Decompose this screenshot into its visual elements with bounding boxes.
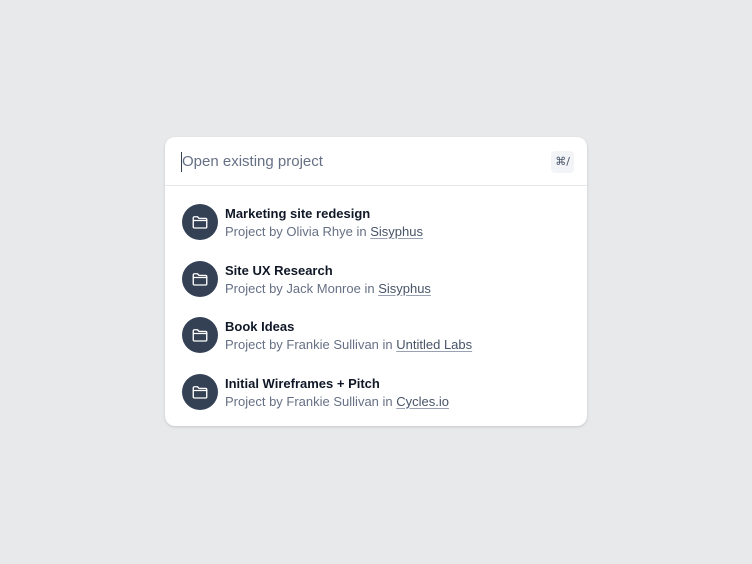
project-owner-text: Project by Olivia Rhye in (225, 224, 371, 239)
folder-icon (182, 260, 218, 297)
project-owner-text: Project by Jack Monroe in (225, 280, 379, 296)
project-item-initial-wireframes-pitch[interactable]: Initial Wireframes + Pitch Project by Fr… (165, 365, 587, 422)
project-item-book-ideas[interactable]: Book Ideas Project by Frankie Sullivan i… (165, 308, 587, 365)
folder-icon (182, 317, 218, 353)
project-title: Initial Wireframes + Pitch (225, 375, 380, 391)
folder-icon (182, 204, 218, 240)
project-item-site-ux-research[interactable]: Site UX Research Project by Jack Monroe … (165, 252, 587, 309)
project-subtitle: Project by Olivia Rhye in Sisyphus (225, 224, 423, 239)
project-item-marketing-site-redesign[interactable]: Marketing site redesign Project by Olivi… (165, 195, 587, 252)
project-list: Marketing site redesign Project by Olivi… (165, 195, 587, 421)
project-subtitle: Project by Frankie Sullivan in Untitled … (225, 337, 472, 352)
workspace-link[interactable]: Untitled Labs (396, 337, 472, 352)
project-title: Marketing site redesign (225, 206, 371, 221)
project-owner-text: Project by Frankie Sullivan in (225, 393, 397, 409)
folder-icon (182, 373, 218, 410)
project-subtitle: Project by Jack Monroe in Sisyphus (225, 281, 431, 296)
keyboard-shortcut-badge: ⌘/ (551, 151, 574, 173)
project-title: Site UX Research (225, 262, 333, 278)
workspace-link[interactable]: Sisyphus (378, 281, 431, 296)
search-input[interactable] (182, 149, 542, 173)
project-owner-text: Project by Frankie Sullivan in (225, 337, 397, 352)
project-subtitle: Project by Frankie Sullivan in Cycles.io (225, 394, 449, 409)
workspace-link[interactable]: Sisyphus (370, 224, 423, 239)
project-title: Book Ideas (225, 319, 295, 334)
search-row: ⌘/ (165, 137, 587, 186)
workspace-link[interactable]: Cycles.io (396, 394, 449, 409)
command-palette: ⌘/ Marketing site redesign Project by Ol… (165, 137, 587, 426)
